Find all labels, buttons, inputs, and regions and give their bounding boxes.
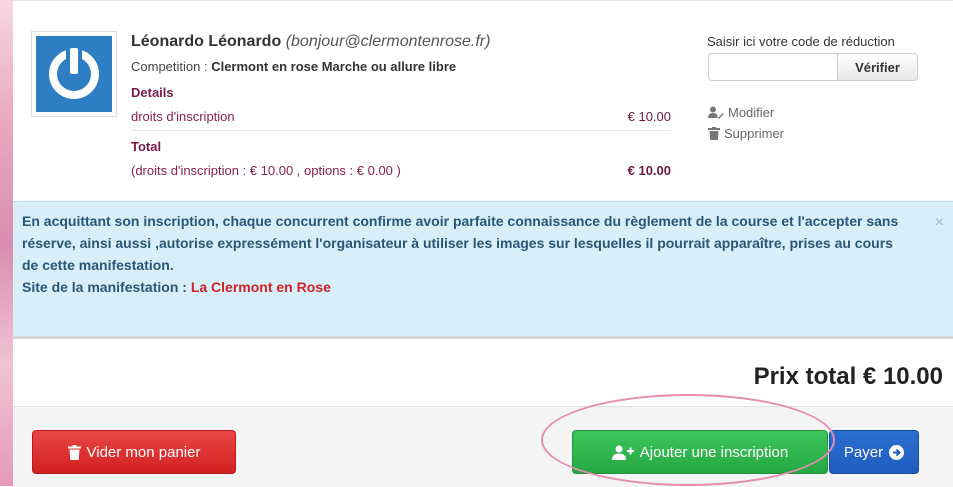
delete-label: Supprimer <box>724 126 784 141</box>
total-price: Prix total € 10.00 <box>753 363 943 390</box>
rules-notice: En acquittant son inscription, chaque co… <box>13 201 953 337</box>
fee-amount: € 10.00 <box>627 109 671 124</box>
trash-icon <box>708 127 720 140</box>
participant-email: (bonjour@clermontenrose.fr) <box>285 33 491 50</box>
details-title: Details <box>131 85 174 100</box>
user-edit-icon <box>708 106 724 119</box>
competition-value: Clermont en rose Marche ou allure libre <box>211 59 457 74</box>
participant-line: Léonardo Léonardo (bonjour@clermontenros… <box>131 33 490 51</box>
site-label: Site de la manifestation : <box>22 279 191 295</box>
participant-name: Léonardo Léonardo <box>131 33 282 50</box>
notice-text-block: En acquittant son inscription, chaque co… <box>22 210 902 298</box>
site-link[interactable]: La Clermont en Rose <box>191 279 331 295</box>
avatar <box>31 31 117 117</box>
notice-text: En acquittant son inscription, chaque co… <box>22 213 899 273</box>
close-icon[interactable]: × <box>935 214 944 232</box>
pay-label: Payer <box>843 443 884 461</box>
cart-page: Léonardo Léonardo (bonjour@clermontenros… <box>13 0 953 487</box>
modify-label: Modifier <box>728 105 775 120</box>
delete-link[interactable]: Supprimer <box>708 126 784 141</box>
modify-link[interactable]: Modifier <box>708 105 774 120</box>
coupon-code-input[interactable] <box>708 53 838 81</box>
coupon-label: Saisir ici votre code de réduction <box>707 34 895 49</box>
total-bar: Prix total € 10.00 <box>13 336 953 409</box>
total-title: Total <box>131 139 162 154</box>
user-plus-icon <box>611 445 634 460</box>
empty-cart-button[interactable]: Vider mon panier <box>32 430 236 474</box>
competition-label: Competition : <box>131 59 212 74</box>
trash-icon <box>67 444 81 460</box>
pay-button[interactable]: Payer <box>829 430 919 474</box>
arrow-circle-right-icon <box>889 444 905 460</box>
total-amount: € 10.00 <box>627 163 671 178</box>
background-strip <box>0 0 13 486</box>
total-breakdown: (droits d'inscription : € 10.00 , option… <box>131 163 401 178</box>
competition-line: Competition : Clermont en rose Marche ou… <box>131 59 456 74</box>
total-row: (droits d'inscription : € 10.00 , option… <box>131 163 671 178</box>
fee-label: droits d'inscription <box>131 109 235 124</box>
cart-footer: Vider mon panier Ajouter une inscription… <box>13 406 953 487</box>
cart-item: Léonardo Léonardo (bonjour@clermontenros… <box>13 0 953 201</box>
add-registration-label: Ajouter une inscription <box>639 443 789 461</box>
verify-coupon-button[interactable]: Vérifier <box>837 53 918 81</box>
empty-cart-label: Vider mon panier <box>86 443 201 461</box>
power-icon <box>36 36 112 112</box>
add-registration-button[interactable]: Ajouter une inscription <box>572 430 828 474</box>
fee-row: droits d'inscription € 10.00 <box>131 109 671 131</box>
